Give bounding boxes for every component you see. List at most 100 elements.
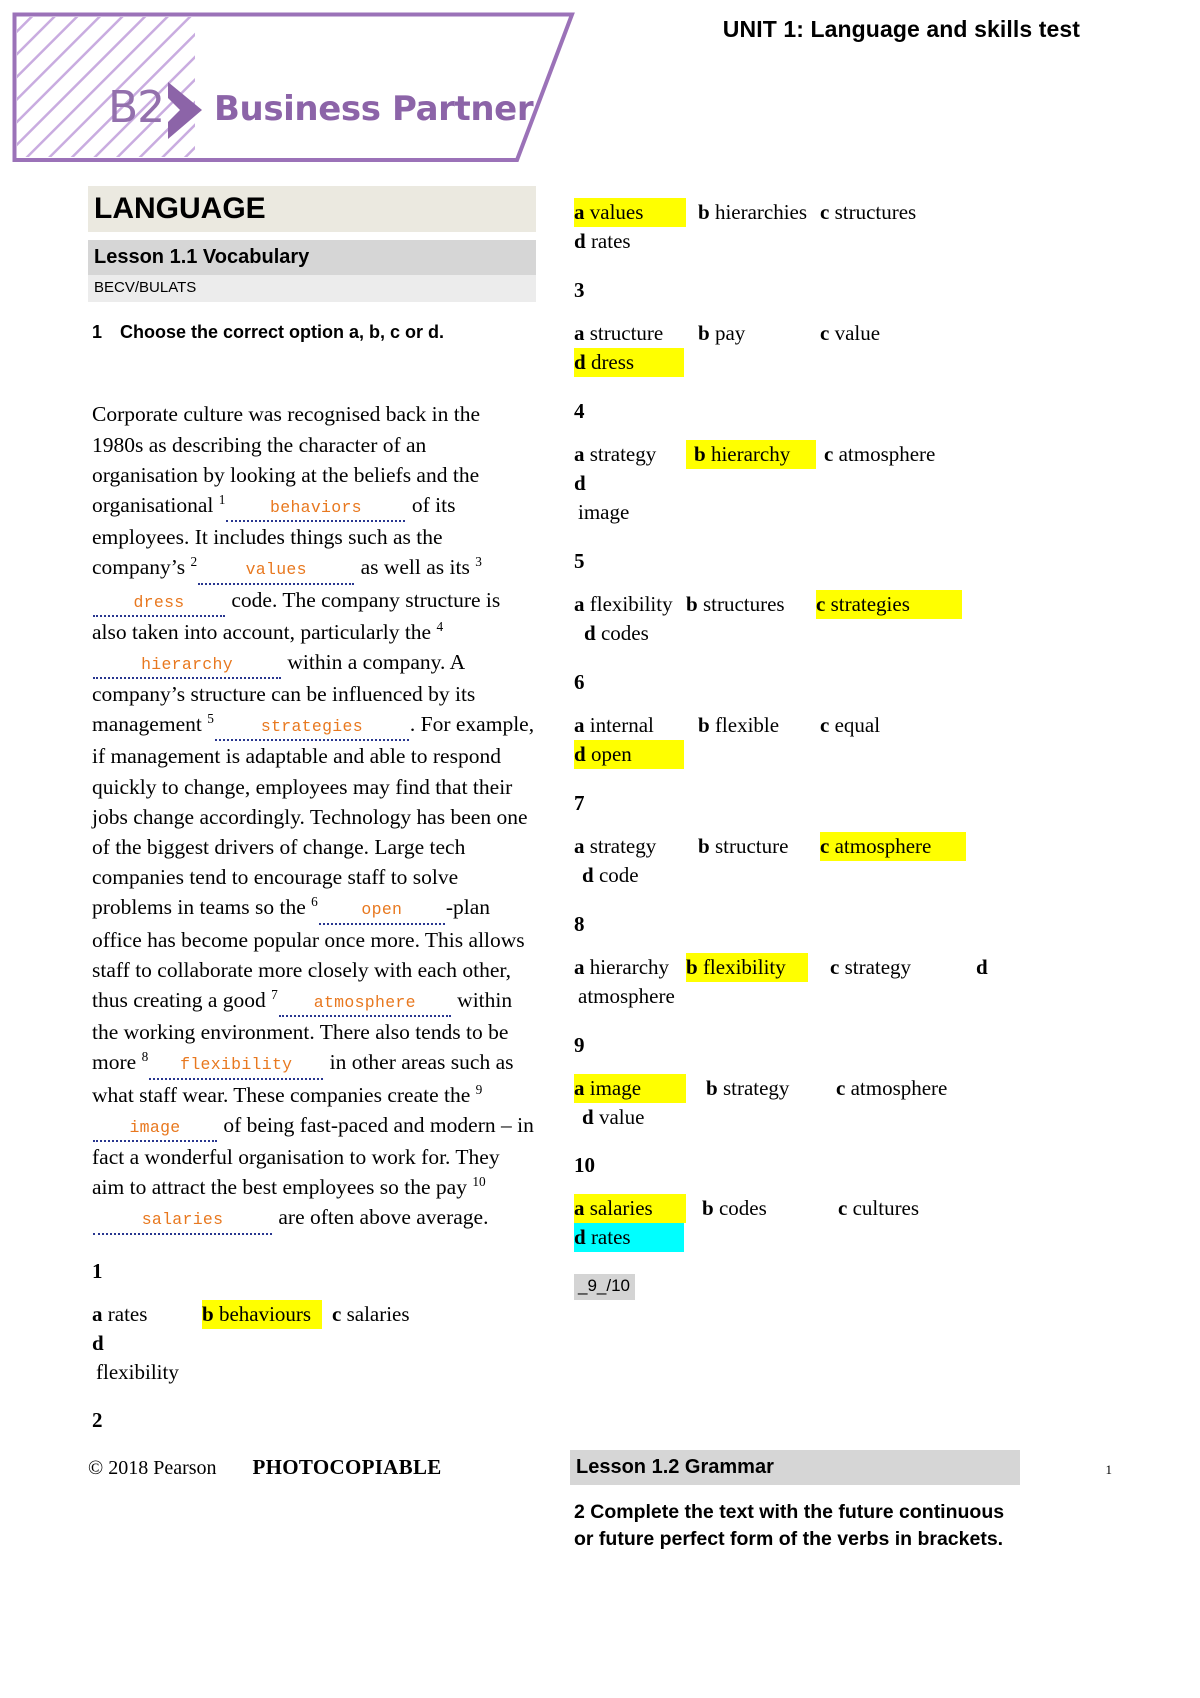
option-2a[interactable]: a values bbox=[574, 198, 686, 227]
option-6b[interactable]: b flexible bbox=[686, 711, 820, 740]
option-text-a: rates bbox=[107, 1301, 148, 1326]
question-2-options: a values b hierarchies c structures d ra… bbox=[570, 198, 1020, 256]
option-text-b: hierarchies bbox=[714, 200, 808, 224]
option-3b[interactable]: b pay bbox=[686, 319, 820, 348]
option-10a[interactable]: a salaries bbox=[574, 1194, 686, 1224]
gap-answer-1[interactable]: behaviors bbox=[226, 496, 406, 523]
option-letter-b: b bbox=[706, 1075, 718, 1100]
gap-answer-5[interactable]: strategies bbox=[214, 715, 409, 742]
option-letter-a: a bbox=[92, 1301, 103, 1326]
option-4a[interactable]: a strategy bbox=[574, 440, 686, 469]
gap-number-2: 2 bbox=[190, 554, 198, 570]
option-letter-d: d bbox=[582, 1104, 594, 1129]
option-7d[interactable]: d code bbox=[574, 861, 692, 890]
gap-answer-4[interactable]: hierarchy bbox=[93, 653, 281, 680]
option-text-d: open bbox=[590, 741, 632, 766]
option-letter-a: a bbox=[574, 1196, 585, 1221]
option-6c[interactable]: c equal bbox=[820, 711, 966, 740]
gap-number-4: 4 bbox=[436, 618, 444, 634]
option-1d-wrap: flexibility bbox=[96, 1359, 179, 1384]
exercise-1-instruction: Choose the correct option a, b, c or d. bbox=[120, 322, 445, 343]
photocopiable-label: PHOTOCOPIABLE bbox=[252, 1455, 442, 1479]
option-2b[interactable]: b hierarchies bbox=[686, 198, 820, 227]
option-4c[interactable]: c atmosphere bbox=[816, 440, 970, 469]
option-5b[interactable]: b structures bbox=[686, 590, 808, 619]
option-5d[interactable]: d codes bbox=[574, 619, 694, 648]
option-letter-c: c bbox=[820, 200, 830, 224]
option-text-c: equal bbox=[834, 712, 881, 737]
option-3c[interactable]: c value bbox=[820, 319, 966, 348]
gap-answer-9[interactable]: image bbox=[93, 1116, 217, 1142]
score-box[interactable]: _9_/10 bbox=[574, 1274, 635, 1300]
exercise-2-instruction: 2 Complete the text with the future cont… bbox=[574, 1500, 1005, 1551]
option-6a[interactable]: a internal bbox=[574, 711, 686, 740]
option-7b[interactable]: b structure bbox=[686, 832, 820, 861]
option-2c[interactable]: c structures bbox=[820, 198, 966, 227]
option-6d[interactable]: d open bbox=[574, 739, 684, 769]
option-letter-c: c bbox=[824, 441, 834, 466]
option-letter-a: a bbox=[574, 200, 585, 224]
gap-answer-3[interactable]: dress bbox=[93, 591, 225, 617]
question-7-number: 7 bbox=[574, 790, 585, 815]
gap-number-3: 3 bbox=[475, 554, 482, 570]
option-10c[interactable]: c cultures bbox=[824, 1194, 984, 1223]
question-10-number: 10 bbox=[574, 1153, 595, 1178]
option-text-a: structure bbox=[589, 320, 664, 345]
gap-answer-2[interactable]: values bbox=[198, 558, 355, 585]
option-letter-b: b bbox=[698, 833, 710, 858]
option-3a[interactable]: a structure bbox=[574, 319, 686, 348]
option-letter-a: a bbox=[574, 833, 585, 858]
option-1d[interactable]: d bbox=[92, 1329, 212, 1358]
gap-answer-8[interactable]: flexibility bbox=[149, 1053, 324, 1080]
option-letter-c: c bbox=[820, 833, 830, 858]
option-1a[interactable]: a rates bbox=[92, 1300, 202, 1329]
question-4-number: 4 bbox=[574, 398, 585, 423]
option-letter-a: a bbox=[574, 320, 585, 345]
option-10d[interactable]: d rates bbox=[574, 1223, 684, 1253]
option-letter-b: b bbox=[202, 1301, 214, 1326]
option-text-c: strategy bbox=[844, 954, 912, 979]
score-value: _9_/10 bbox=[578, 1276, 630, 1296]
option-text-a: strategy bbox=[589, 833, 657, 858]
option-1c[interactable]: c salaries bbox=[322, 1300, 480, 1329]
option-text-c: atmosphere bbox=[838, 441, 936, 466]
option-4b[interactable]: b hierarchy bbox=[686, 439, 816, 469]
option-letter-d: d bbox=[574, 228, 586, 253]
option-2d[interactable]: d rates bbox=[574, 227, 684, 256]
gap-answer-7[interactable]: atmosphere bbox=[278, 991, 451, 1018]
option-letter-a: a bbox=[574, 1075, 585, 1100]
unit-title: UNIT 1: Language and skills test bbox=[722, 16, 1080, 42]
option-text-d: dress bbox=[590, 349, 635, 374]
option-7c[interactable]: c atmosphere bbox=[820, 831, 966, 861]
option-8a[interactable]: a hierarchy bbox=[574, 953, 686, 982]
gap-answer-10[interactable]: salaries bbox=[93, 1208, 272, 1235]
option-4d-wrap: image bbox=[578, 499, 630, 524]
option-7a[interactable]: a strategy bbox=[574, 832, 686, 861]
option-10b[interactable]: b codes bbox=[686, 1194, 824, 1223]
option-letter-b: b bbox=[694, 441, 706, 466]
option-9d[interactable]: d value bbox=[574, 1103, 692, 1132]
option-4d[interactable]: d bbox=[574, 469, 684, 498]
option-1b[interactable]: b behaviours bbox=[202, 1299, 322, 1329]
option-5c[interactable]: c strategies bbox=[816, 589, 962, 619]
option-text-d: rates bbox=[590, 228, 631, 253]
question-6-number: 6 bbox=[574, 669, 585, 694]
option-letter-b: b bbox=[702, 1196, 714, 1221]
option-8b[interactable]: b flexibility bbox=[686, 952, 808, 982]
option-9a[interactable]: a image bbox=[574, 1073, 686, 1103]
reading-passage: Corporate culture was recognised back in… bbox=[88, 399, 536, 1235]
passage-segment-11: are often above average. bbox=[278, 1205, 489, 1230]
option-text-b: structures bbox=[702, 591, 785, 616]
option-3d[interactable]: d dress bbox=[574, 347, 684, 377]
gap-number-10: 10 bbox=[472, 1174, 486, 1190]
option-letter-d: d bbox=[92, 1330, 104, 1355]
option-8c[interactable]: c strategy bbox=[808, 953, 976, 982]
option-5a[interactable]: a flexibility bbox=[574, 590, 686, 619]
gap-number-8: 8 bbox=[141, 1049, 149, 1065]
gap-answer-6[interactable]: open bbox=[318, 898, 445, 925]
option-9c[interactable]: c atmosphere bbox=[828, 1074, 982, 1103]
option-9b[interactable]: b strategy bbox=[686, 1074, 828, 1103]
option-letter-d: d bbox=[976, 954, 988, 979]
option-text-c: atmosphere bbox=[834, 833, 932, 858]
option-8d[interactable]: d bbox=[976, 953, 988, 982]
